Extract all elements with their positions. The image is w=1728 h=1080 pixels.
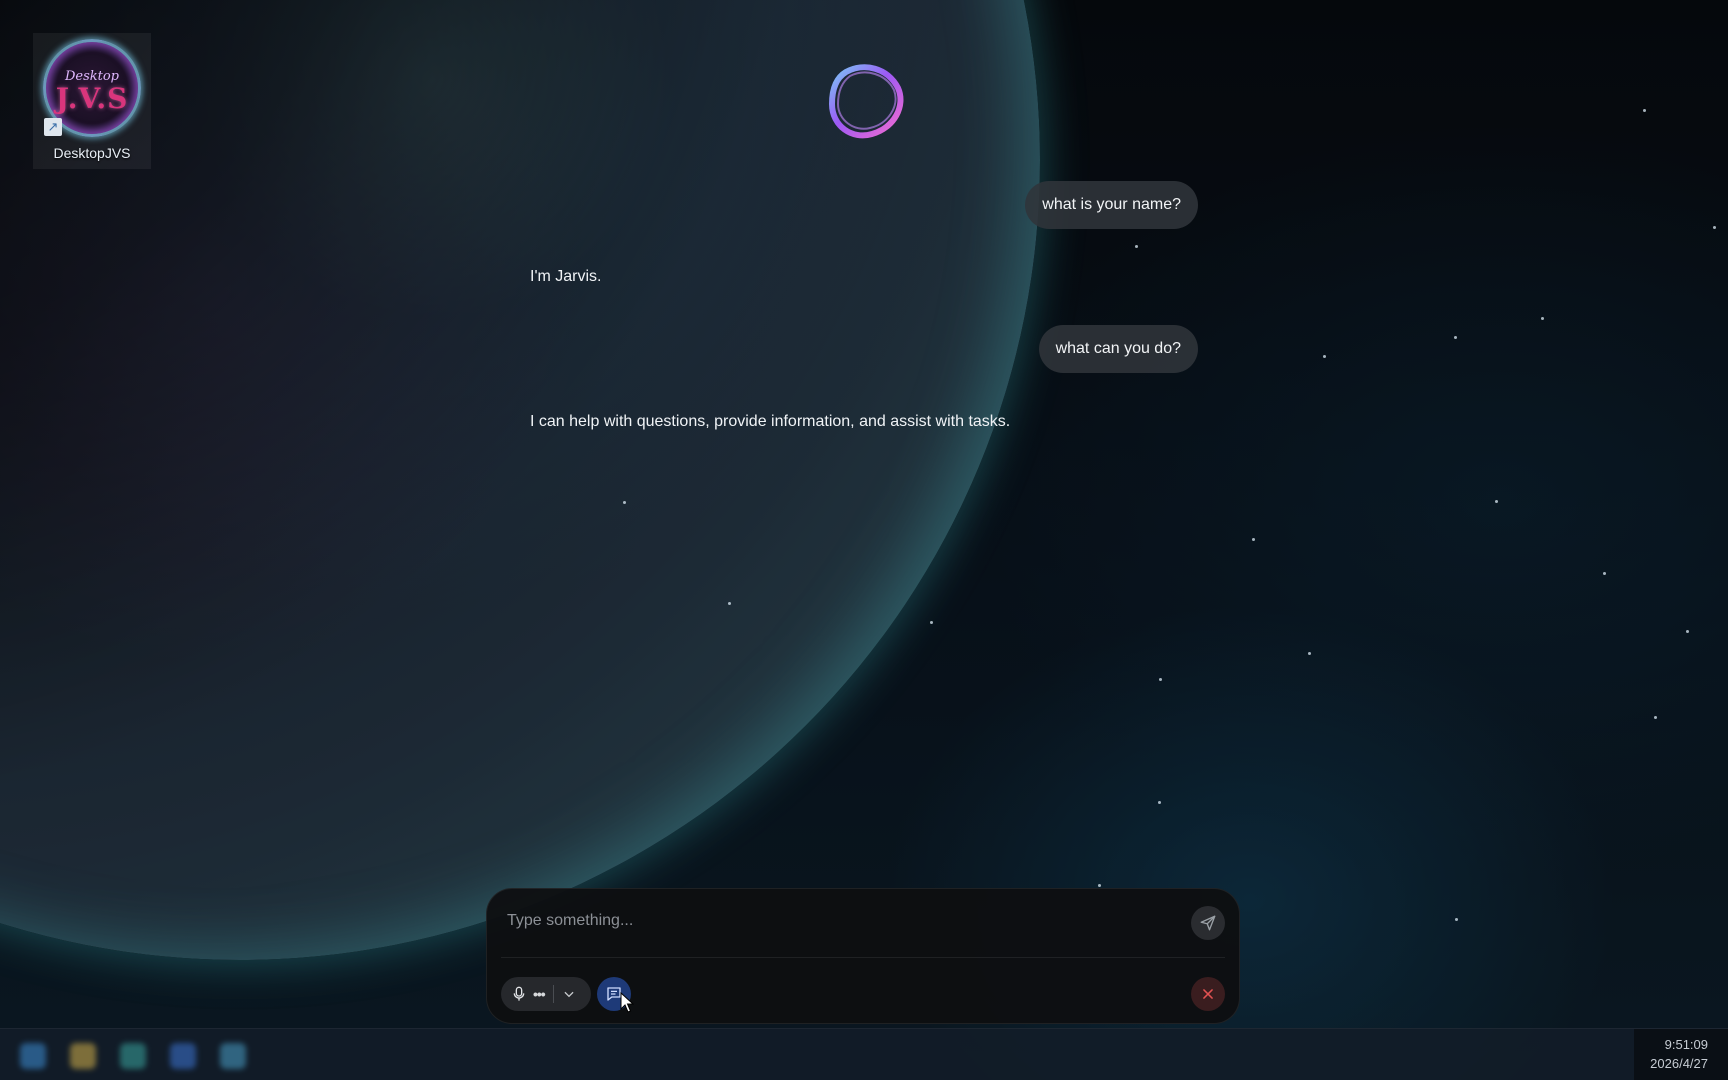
star (1323, 355, 1326, 358)
composer-divider (501, 957, 1225, 958)
voice-options-dropdown[interactable] (562, 987, 576, 1001)
assistant-message: I'm Jarvis. (530, 268, 602, 285)
desktop-shortcut-desktopjvs[interactable]: Desktop J.V.S ↗ DesktopJVS (33, 33, 151, 169)
star (1603, 572, 1606, 575)
chevron-down-icon (564, 991, 574, 998)
user-message-bubble: what can you do? (1038, 325, 1198, 373)
close-button[interactable] (1191, 977, 1225, 1011)
system-clock[interactable]: 9:51:09 2026/4/27 (1634, 1029, 1728, 1080)
desktop-shortcut-label: DesktopJVS (53, 145, 131, 161)
taskbar-app-icon[interactable] (220, 1043, 246, 1069)
star (1713, 226, 1716, 229)
mic-group-separator (552, 985, 554, 1003)
star (1643, 109, 1646, 112)
taskbar-app-icon[interactable] (20, 1043, 46, 1069)
star (1158, 801, 1161, 804)
message-input[interactable] (505, 905, 1149, 937)
star (930, 621, 933, 624)
shortcut-arrow-icon: ↗ (44, 118, 62, 136)
star (1654, 716, 1657, 719)
star (1135, 245, 1138, 248)
more-dots-icon[interactable]: ••• (533, 986, 546, 1002)
desktopjvs-logo-icon: Desktop J.V.S ↗ (43, 39, 141, 137)
taskbar-app-icon[interactable] (70, 1043, 96, 1069)
taskbar: 9:51:09 2026/4/27 (0, 1028, 1728, 1080)
microphone-icon (513, 986, 525, 1001)
voice-input-control: ••• (501, 977, 591, 1011)
star (1454, 336, 1457, 339)
microphone-button[interactable] (511, 986, 527, 1002)
send-icon (1200, 915, 1216, 931)
star (623, 501, 626, 504)
chat-composer: ••• (486, 888, 1240, 1024)
send-button[interactable] (1191, 906, 1225, 940)
logo-main-text: J.V.S (55, 81, 129, 115)
clock-date: 2026/4/27 (1650, 1056, 1708, 1071)
close-icon (1203, 989, 1213, 999)
star (1455, 918, 1458, 921)
star (1541, 317, 1544, 320)
star (1159, 678, 1162, 681)
taskbar-app-icon[interactable] (170, 1043, 196, 1069)
star (1252, 538, 1255, 541)
star (1495, 500, 1498, 503)
star (728, 602, 731, 605)
user-message-bubble: what is your name? (1025, 181, 1198, 229)
desktop-background: Desktop J.V.S ↗ DesktopJVS what is your … (0, 0, 1728, 1080)
star (1686, 630, 1689, 633)
mouse-cursor-icon (620, 992, 634, 1013)
star (1308, 652, 1311, 655)
star (1098, 884, 1101, 887)
assistant-message: I can help with questions, provide infor… (530, 413, 1011, 430)
clock-time: 9:51:09 (1664, 1037, 1708, 1052)
assistant-orb-icon (828, 64, 904, 139)
taskbar-app-icon[interactable] (120, 1043, 146, 1069)
